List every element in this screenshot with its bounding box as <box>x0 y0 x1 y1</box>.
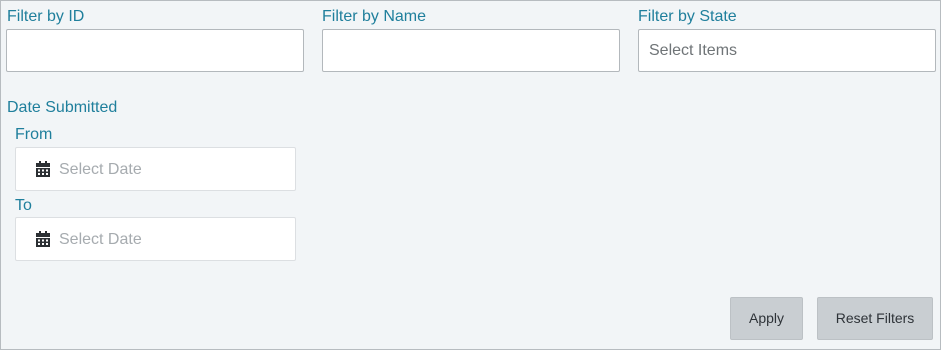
filter-id-label: Filter by ID <box>7 8 85 25</box>
filter-state-placeholder: Select Items <box>649 42 738 59</box>
filter-name-label: Filter by Name <box>322 8 427 25</box>
date-to-placeholder: Select Date <box>59 231 142 248</box>
calendar-icon <box>36 161 50 177</box>
filter-name-input[interactable] <box>322 29 620 72</box>
calendar-icon <box>36 231 50 247</box>
filter-panel: Filter by ID Filter by Name Filter by St… <box>0 0 941 350</box>
date-from-input[interactable]: Select Date <box>15 147 296 191</box>
filter-state-select[interactable]: Select Items <box>638 29 936 72</box>
date-submitted-label: Date Submitted <box>7 99 118 116</box>
date-to-label: To <box>15 197 32 214</box>
date-to-input[interactable]: Select Date <box>15 217 296 261</box>
reset-filters-button[interactable]: Reset Filters <box>817 297 933 340</box>
filter-id-input[interactable] <box>6 29 304 72</box>
apply-button[interactable]: Apply <box>730 297 803 340</box>
filter-state-label: Filter by State <box>638 8 737 25</box>
date-from-label: From <box>15 126 53 143</box>
date-from-placeholder: Select Date <box>59 161 142 178</box>
